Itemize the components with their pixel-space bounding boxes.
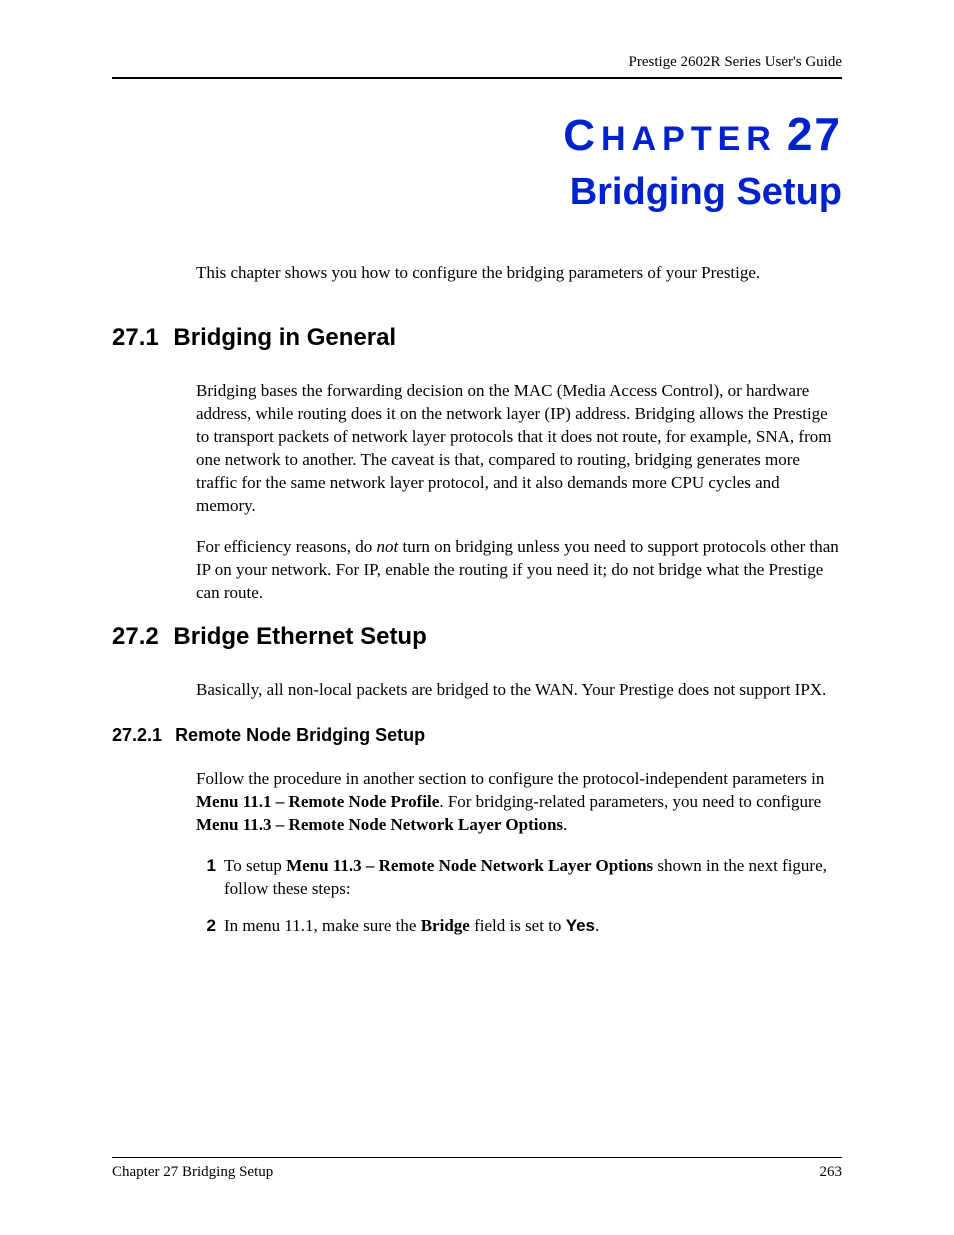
section-number: 27.2 [112,623,159,650]
paragraph: Basically, all non-local packets are bri… [196,679,842,702]
section-27-2-heading: 27.2 Bridge Ethernet Setup [112,623,842,651]
menu-ref: Menu 11.3 – Remote Node Network Layer Op… [196,815,563,834]
chapter-word-first: C [563,111,601,160]
paragraph: For efficiency reasons, do not turn on b… [196,536,842,605]
text-run: . [595,916,599,935]
text-run: For efficiency reasons, do [196,537,377,556]
footer-chapter-label: Chapter 27 Bridging Setup [112,1164,273,1181]
menu-ref: Menu 11.3 – Remote Node Network Layer Op… [286,856,653,875]
section-27-1-body: Bridging bases the forwarding decision o… [196,380,842,604]
subsection-title: Remote Node Bridging Setup [175,725,425,745]
chapter-heading: CHAPTER 27 Bridging Setup [112,107,842,214]
section-27-2-body: Basically, all non-local packets are bri… [196,679,842,702]
text-run: . [563,815,567,834]
emphasis-not: not [377,537,399,556]
list-item-number: 2 [196,915,224,938]
chapter-word-rest: HAPTER [601,120,777,158]
list-item: 2 In menu 11.1, make sure the Bridge fie… [196,915,842,938]
field-name: Bridge [421,916,470,935]
section-27-2-1-heading: 27.2.1 Remote Node Bridging Setup [112,725,842,746]
section-title: Bridging in General [173,324,396,351]
text-run: field is set to [470,916,566,935]
page-footer: Chapter 27 Bridging Setup 263 [112,1157,842,1181]
numbered-list: 1 To setup Menu 11.3 – Remote Node Netwo… [196,855,842,938]
field-value: Yes [566,916,595,935]
paragraph: Follow the procedure in another section … [196,768,842,837]
subsection-number: 27.2.1 [112,725,162,745]
list-item: 1 To setup Menu 11.3 – Remote Node Netwo… [196,855,842,901]
footer-page-number: 263 [820,1164,843,1181]
chapter-intro: This chapter shows you how to configure … [196,262,842,284]
list-item-text: To setup Menu 11.3 – Remote Node Network… [224,855,842,901]
chapter-label-line: CHAPTER 27 [112,107,842,161]
section-title: Bridge Ethernet Setup [173,623,426,650]
guide-title: Prestige 2602R Series User's Guide [628,54,842,70]
paragraph: Bridging bases the forwarding decision o… [196,380,842,518]
section-27-2-1-body: Follow the procedure in another section … [196,768,842,837]
chapter-word: CHAPTER [563,111,777,161]
list-item-text: In menu 11.1, make sure the Bridge field… [224,915,842,938]
page-header: Prestige 2602R Series User's Guide [112,54,842,79]
chapter-number: 27 [787,107,842,161]
text-run: To setup [224,856,286,875]
text-run: Follow the procedure in another section … [196,769,824,788]
section-27-1-heading: 27.1 Bridging in General [112,324,842,352]
text-run: . For bridging-related parameters, you n… [439,792,821,811]
section-number: 27.1 [112,324,159,351]
chapter-title: Bridging Setup [112,171,842,214]
menu-ref: Menu 11.1 – Remote Node Profile [196,792,439,811]
text-run: In menu 11.1, make sure the [224,916,421,935]
list-item-number: 1 [196,855,224,901]
